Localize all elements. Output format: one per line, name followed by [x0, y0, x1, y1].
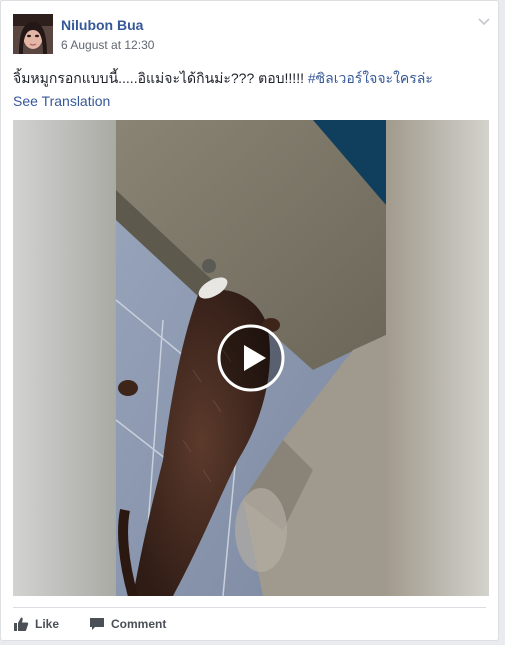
speech-bubble-icon [89, 616, 105, 632]
author-name[interactable]: Nilubon Bua [61, 17, 143, 33]
avatar-image [13, 14, 53, 54]
post-card: Nilubon Bua 6 August at 12:30 จิ้มหมูกรอ… [0, 0, 499, 641]
post-text: จิ้มหมูกรอกแบบนี้.....อิแม่จะได้กินม่ะ??… [13, 68, 433, 90]
post-body: จิ้มหมูกรอกแบบนี้.....อิแม่จะได้กินม่ะ??… [13, 70, 308, 86]
video-player[interactable] [13, 120, 489, 596]
thumbs-up-icon [13, 616, 29, 632]
play-icon[interactable] [216, 323, 286, 393]
like-label: Like [35, 617, 60, 631]
post-timestamp[interactable]: 6 August at 12:30 [61, 38, 154, 52]
avatar[interactable] [13, 14, 53, 54]
comment-button[interactable]: Comment [89, 615, 166, 633]
see-translation-link[interactable]: See Translation [13, 93, 110, 109]
action-divider [13, 607, 486, 608]
comment-label: Comment [111, 617, 167, 631]
like-button[interactable]: Like [13, 615, 59, 633]
chevron-down-icon[interactable] [477, 15, 491, 27]
hashtag-link[interactable]: #ซิลเวอร์ใจจะใครล่ะ [308, 70, 433, 86]
feed-background [0, 641, 505, 645]
